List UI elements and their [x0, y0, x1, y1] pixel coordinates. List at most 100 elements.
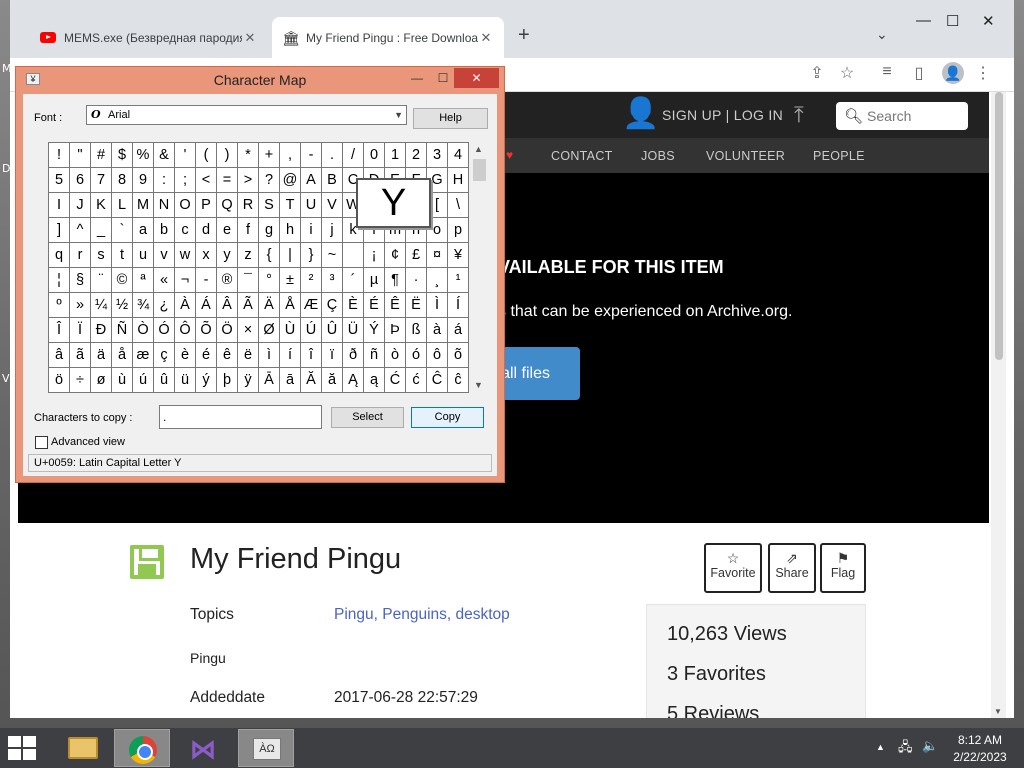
character-cell[interactable]: S [258, 192, 280, 218]
character-cell[interactable]: ? [258, 167, 280, 193]
character-cell[interactable]: ~ [321, 242, 343, 268]
bookmark-star-icon[interactable]: ☆ [836, 63, 858, 83]
character-cell[interactable]: ¬ [174, 267, 196, 293]
scrollbar-thumb[interactable] [473, 159, 486, 181]
character-cell[interactable]: s [90, 242, 112, 268]
character-cell[interactable]: T [279, 192, 301, 218]
character-cell[interactable]: 9 [132, 167, 154, 193]
character-cell[interactable]: ¾ [132, 292, 154, 318]
character-cell[interactable]: Õ [195, 317, 217, 343]
character-cell[interactable]: Å [279, 292, 301, 318]
character-cell[interactable]: ( [195, 142, 217, 168]
network-icon[interactable]: 🖧 [898, 738, 913, 760]
character-cell[interactable]: ¼ [90, 292, 112, 318]
nav-jobs[interactable]: JOBS [641, 149, 675, 163]
character-cell[interactable]: Ü [342, 317, 364, 343]
character-cell[interactable]: ¸ [426, 267, 448, 293]
character-cell[interactable]: ã [69, 342, 91, 368]
character-cell[interactable]: f [237, 217, 259, 243]
close-icon[interactable]: ✕ [982, 12, 995, 30]
character-cell[interactable]: @ [279, 167, 301, 193]
character-map-taskbar-button[interactable]: ÀΩ [238, 729, 294, 767]
file-explorer-button[interactable] [52, 729, 108, 767]
character-cell[interactable]: Ç [321, 292, 343, 318]
user-icon[interactable]: 👤 [622, 98, 659, 130]
character-cell[interactable]: º [48, 292, 70, 318]
character-cell[interactable]: ^ [69, 217, 91, 243]
character-cell[interactable]: í [279, 342, 301, 368]
character-cell[interactable]: & [153, 142, 175, 168]
character-cell[interactable]: j [321, 217, 343, 243]
character-cell[interactable]: - [300, 142, 322, 168]
character-cell[interactable]: Ì [426, 292, 448, 318]
visual-studio-button[interactable]: ⋈ [176, 729, 232, 767]
character-cell[interactable]: ] [48, 217, 70, 243]
character-cell[interactable]: è [174, 342, 196, 368]
character-cell[interactable]: H [447, 167, 469, 193]
character-cell[interactable]: * [237, 142, 259, 168]
character-cell[interactable]: 4 [447, 142, 469, 168]
character-cell[interactable]: ¤ [426, 242, 448, 268]
volume-icon[interactable]: 🔈 [922, 738, 938, 754]
character-cell[interactable]: r [69, 242, 91, 268]
character-cell[interactable]: 1 [384, 142, 406, 168]
nav-contact[interactable]: CONTACT [551, 149, 613, 163]
scroll-up-arrow-icon[interactable]: ▲ [474, 144, 483, 154]
advanced-view-checkbox[interactable] [35, 436, 48, 449]
close-icon[interactable]: ✕ [454, 68, 499, 88]
character-cell[interactable]: A [300, 167, 322, 193]
character-cell[interactable]: ò [384, 342, 406, 368]
character-cell[interactable]: 0 [363, 142, 385, 168]
character-cell[interactable]: © [111, 267, 133, 293]
character-cell[interactable]: 3 [426, 142, 448, 168]
character-cell[interactable]: È [342, 292, 364, 318]
character-cell[interactable]: « [153, 267, 175, 293]
character-cell[interactable]: Æ [300, 292, 322, 318]
character-cell[interactable]: > [237, 167, 259, 193]
character-cell[interactable]: d [195, 217, 217, 243]
character-cell[interactable]: î [300, 342, 322, 368]
character-cell[interactable]: · [405, 267, 427, 293]
share-button[interactable]: ⇗ Share [768, 543, 816, 593]
character-cell[interactable] [342, 242, 364, 268]
character-cell[interactable]: á [447, 317, 469, 343]
character-cell[interactable]: ® [216, 267, 238, 293]
character-cell[interactable]: b [153, 217, 175, 243]
character-cell[interactable]: µ [363, 267, 385, 293]
character-cell[interactable]: û [153, 367, 175, 393]
character-cell[interactable]: ü [174, 367, 196, 393]
character-cell[interactable]: h [279, 217, 301, 243]
character-cell[interactable]: £ [405, 242, 427, 268]
character-cell[interactable]: ă [321, 367, 343, 393]
heart-icon[interactable]: ♥ [506, 148, 513, 162]
copy-button[interactable]: Copy [411, 407, 484, 428]
character-cell[interactable]: ` [111, 217, 133, 243]
character-cell[interactable]: Ð [90, 317, 112, 343]
character-cell[interactable]: . [321, 142, 343, 168]
side-panel-icon[interactable]: ▯ [908, 63, 930, 83]
character-cell[interactable]: N [153, 192, 175, 218]
character-cell[interactable]: w [174, 242, 196, 268]
character-cell[interactable]: : [153, 167, 175, 193]
character-cell[interactable]: ' [174, 142, 196, 168]
character-cell[interactable]: 6 [69, 167, 91, 193]
tab-my-friend-pingu[interactable]: 🏛 My Friend Pingu : Free Download ✕ [272, 17, 504, 58]
tab-search-chevron-icon[interactable]: ⌄ [876, 26, 888, 43]
windows-start-icon[interactable] [8, 736, 38, 760]
media-control-icon[interactable]: ≡ [876, 63, 898, 81]
character-cell[interactable]: ć [405, 367, 427, 393]
character-cell[interactable]: ± [279, 267, 301, 293]
character-cell[interactable]: M [132, 192, 154, 218]
character-cell[interactable]: , [279, 142, 301, 168]
character-cell[interactable]: i [300, 217, 322, 243]
character-cell[interactable]: Á [195, 292, 217, 318]
character-cell[interactable]: Q [216, 192, 238, 218]
character-cell[interactable]: z [237, 242, 259, 268]
character-cell[interactable]: â [48, 342, 70, 368]
character-cell[interactable]: I [48, 192, 70, 218]
character-cell[interactable]: t [111, 242, 133, 268]
character-cell[interactable]: ¦ [48, 267, 70, 293]
character-cell[interactable]: c [174, 217, 196, 243]
character-cell[interactable]: p [447, 217, 469, 243]
topics-links[interactable]: Pingu, Penguins, desktop [334, 606, 510, 624]
